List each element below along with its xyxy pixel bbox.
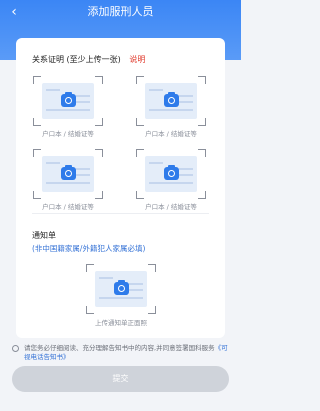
camera-icon [61, 165, 76, 180]
document-placeholder [145, 156, 197, 192]
divider [32, 213, 209, 214]
upload-notice-label: 上传通知单正面照 [95, 319, 147, 327]
submit-button[interactable]: 提交 [12, 366, 229, 392]
camera-icon [164, 92, 179, 107]
notice-title: 通知单 [32, 231, 56, 240]
agree-radio[interactable] [12, 345, 19, 352]
agreement-text: 请您务必仔细阅读、充分理解告知书中的内容,并同意签署国科服务《可视电话告知书》 [24, 344, 228, 362]
camera-icon [61, 92, 76, 107]
document-placeholder [42, 156, 94, 192]
document-placeholder [145, 83, 197, 119]
upload-slot-1-label: 户口本 / 结婚证等 [42, 130, 94, 138]
explain-link[interactable]: 说明 [129, 55, 145, 64]
document-placeholder [42, 83, 94, 119]
camera-icon [114, 280, 129, 295]
relation-proof-title: 关系证明 (至少上传一张) 说明 [32, 55, 145, 65]
upload-slot-3[interactable] [33, 149, 103, 199]
upload-notice-slot[interactable] [86, 264, 156, 314]
camera-icon [164, 165, 179, 180]
page-title: 添加服刑人员 [87, 5, 154, 18]
upload-slot-1[interactable] [33, 76, 103, 126]
form-card: 关系证明 (至少上传一张) 说明 户口本 / 结婚证等 户口本 / 结婚证等 户… [16, 38, 225, 338]
upload-slot-4-label: 户口本 / 结婚证等 [145, 203, 197, 211]
upload-slot-3-label: 户口本 / 结婚证等 [42, 203, 94, 211]
notice-subtitle: (非中国籍家属/外籍犯人家属必填) [32, 244, 146, 253]
document-placeholder [95, 271, 147, 307]
upload-slot-2[interactable] [136, 76, 206, 126]
upload-slot-4[interactable] [136, 149, 206, 199]
upload-slot-2-label: 户口本 / 结婚证等 [145, 130, 197, 138]
relation-proof-label: 关系证明 (至少上传一张) [32, 55, 121, 64]
agreement-body: 请您务必仔细阅读、充分理解告知书中的内容,并同意签署国科服务 [24, 344, 215, 352]
